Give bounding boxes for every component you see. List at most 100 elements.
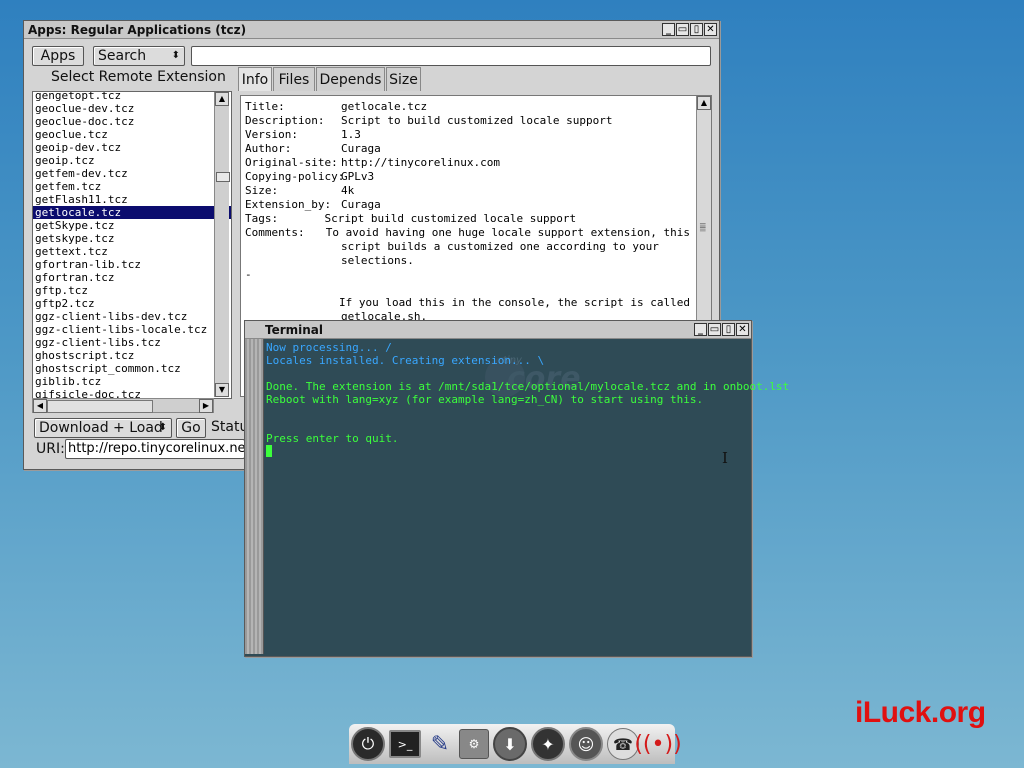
- apps-titlebar[interactable]: Apps: Regular Applications (tcz) _ ▭ ▯ ✕: [24, 21, 719, 39]
- comments-line: script builds a customized one according…: [245, 240, 690, 254]
- list-item[interactable]: gengetopt.tcz: [33, 92, 231, 102]
- info-key: Copying-policy:: [245, 170, 345, 183]
- info-scroll-up-icon[interactable]: ▲: [697, 96, 711, 110]
- hscroll-thumb[interactable]: [47, 400, 153, 413]
- restore-icon[interactable]: ▭: [708, 323, 721, 336]
- apps-menu-button[interactable]: Apps: [32, 46, 84, 66]
- minimize-icon[interactable]: _: [662, 23, 675, 36]
- info-row: Version: 1.3: [245, 128, 690, 142]
- list-horizontal-scrollbar[interactable]: ◀ ▶: [32, 398, 214, 413]
- apps-icon[interactable]: ✦: [531, 727, 565, 761]
- control-panel-icon[interactable]: ⚙: [459, 729, 489, 759]
- list-item[interactable]: gettext.tcz: [33, 245, 231, 258]
- info-row: Extension_by: Curaga: [245, 198, 690, 212]
- terminal-line: Locales installed. Creating extension...…: [266, 354, 545, 367]
- comments-line-text: selections.: [341, 254, 414, 267]
- editor-icon[interactable]: ✎: [425, 729, 455, 759]
- list-item[interactable]: giblib.tcz: [33, 375, 231, 388]
- scroll-left-icon[interactable]: ◀: [33, 399, 47, 413]
- list-item[interactable]: geoclue-doc.tcz: [33, 115, 231, 128]
- list-item[interactable]: geoclue.tcz: [33, 128, 231, 141]
- tab-depends[interactable]: Depends: [316, 67, 385, 91]
- scroll-up-icon[interactable]: ▲: [215, 92, 229, 106]
- info-scroll-grip-icon[interactable]: ≡ ≡: [699, 222, 709, 240]
- list-item[interactable]: getlocale.tcz: [33, 206, 231, 219]
- list-item[interactable]: ghostscript_common.tcz: [33, 362, 231, 375]
- select-remote-label: Select Remote Extension: [51, 69, 226, 85]
- minimize-icon[interactable]: _: [694, 323, 707, 336]
- info-row: Author: Curaga: [245, 142, 690, 156]
- uri-field[interactable]: http://repo.tinycorelinux.net/: [65, 439, 245, 459]
- power-icon[interactable]: ⏻: [351, 727, 385, 761]
- list-item[interactable]: getfem.tcz: [33, 180, 231, 193]
- search-input[interactable]: [191, 46, 711, 66]
- tab-files[interactable]: Files: [273, 67, 315, 91]
- list-item[interactable]: geoip-dev.tcz: [33, 141, 231, 154]
- list-item[interactable]: ggz-client-libs-locale.tcz: [33, 323, 231, 336]
- info-key: Title:: [245, 100, 285, 113]
- info-value: GPLv3: [341, 170, 375, 183]
- updown-icon: ⬍: [171, 50, 180, 61]
- info-value: getlocale.tcz: [341, 100, 428, 113]
- status-label: Statu: [211, 419, 249, 435]
- close-icon[interactable]: ✕: [704, 23, 717, 36]
- text-cursor-icon: I: [722, 449, 728, 467]
- download-mode-select[interactable]: Download + Load ⬍: [34, 418, 172, 438]
- tab-info[interactable]: Info: [238, 67, 272, 91]
- terminal-scrollbar[interactable]: [245, 339, 264, 654]
- list-item[interactable]: gftp.tcz: [33, 284, 231, 297]
- tab-size[interactable]: Size: [386, 67, 421, 91]
- extension-list[interactable]: gengetopt.tcz geoclue-dev.tcz geoclue-doc.…: [32, 91, 232, 399]
- info-value: Script to build customized locale suppor…: [341, 114, 613, 127]
- list-item[interactable]: ggz-client-libs-dev.tcz: [33, 310, 231, 323]
- comments-line: selections.: [245, 254, 690, 268]
- list-item[interactable]: ghostscript.tcz: [33, 349, 231, 362]
- list-item[interactable]: getfem-dev.tcz: [33, 167, 231, 180]
- scroll-thumb[interactable]: [216, 172, 230, 182]
- list-item[interactable]: getskype.tcz: [33, 232, 231, 245]
- info-value: 1.3: [341, 128, 361, 141]
- wifi-icon[interactable]: ((•)): [634, 729, 681, 759]
- go-button[interactable]: Go: [176, 418, 206, 438]
- terminal-line: Reboot with lang=xyz (for example lang=z…: [266, 393, 704, 406]
- terminal-line: Now processing... /: [266, 341, 392, 354]
- terminal-icon[interactable]: >_: [389, 730, 421, 758]
- run-icon[interactable]: ☺: [569, 727, 603, 761]
- list-item[interactable]: geoip.tcz: [33, 154, 231, 167]
- terminal-line: Press enter to quit.: [266, 432, 399, 445]
- close-icon[interactable]: ✕: [736, 323, 749, 336]
- terminal-titlebar[interactable]: Terminal _ ▭ ▯ ✕: [245, 321, 751, 339]
- list-item[interactable]: ggz-client-libs.tcz: [33, 336, 231, 349]
- restore-icon[interactable]: ▭: [676, 23, 689, 36]
- terminal-output[interactable]: Now processing... / Locales installed. Cr…: [266, 341, 789, 445]
- search-mode-select[interactable]: Search ⬍: [93, 46, 185, 66]
- list-item[interactable]: gfortran-lib.tcz: [33, 258, 231, 271]
- info-value: 4k: [341, 184, 355, 197]
- list-item[interactable]: gfortran.tcz: [33, 271, 231, 284]
- list-item[interactable]: geoclue-dev.tcz: [33, 102, 231, 115]
- mount-icon[interactable]: ⬇: [493, 727, 527, 761]
- separator: -: [245, 268, 690, 282]
- list-vertical-scrollbar[interactable]: ▲ ▼: [214, 92, 230, 397]
- separator-text: -: [245, 268, 252, 281]
- info-key: Extension_by:: [245, 198, 332, 211]
- comments-row: Comments: To avoid having one huge locale…: [245, 226, 690, 240]
- maximize-icon[interactable]: ▯: [722, 323, 735, 336]
- info-key: Version:: [245, 128, 298, 141]
- maximize-icon[interactable]: ▯: [690, 23, 703, 36]
- brand-watermark: iLuck.org: [855, 696, 986, 729]
- download-mode-label: Download + Load: [39, 420, 163, 436]
- list-item[interactable]: getSkype.tcz: [33, 219, 231, 232]
- comments-text: To avoid having one huge locale support …: [325, 226, 690, 239]
- info-row: Copying-policy: GPLv3: [245, 170, 690, 184]
- scroll-right-icon[interactable]: ▶: [199, 399, 213, 413]
- tags-row: Tags: Script build customized locale sup…: [245, 212, 690, 226]
- list-item[interactable]: gftp2.tcz: [33, 297, 231, 310]
- scroll-down-icon[interactable]: ▼: [215, 383, 229, 397]
- list-item[interactable]: getFlash11.tcz: [33, 193, 231, 206]
